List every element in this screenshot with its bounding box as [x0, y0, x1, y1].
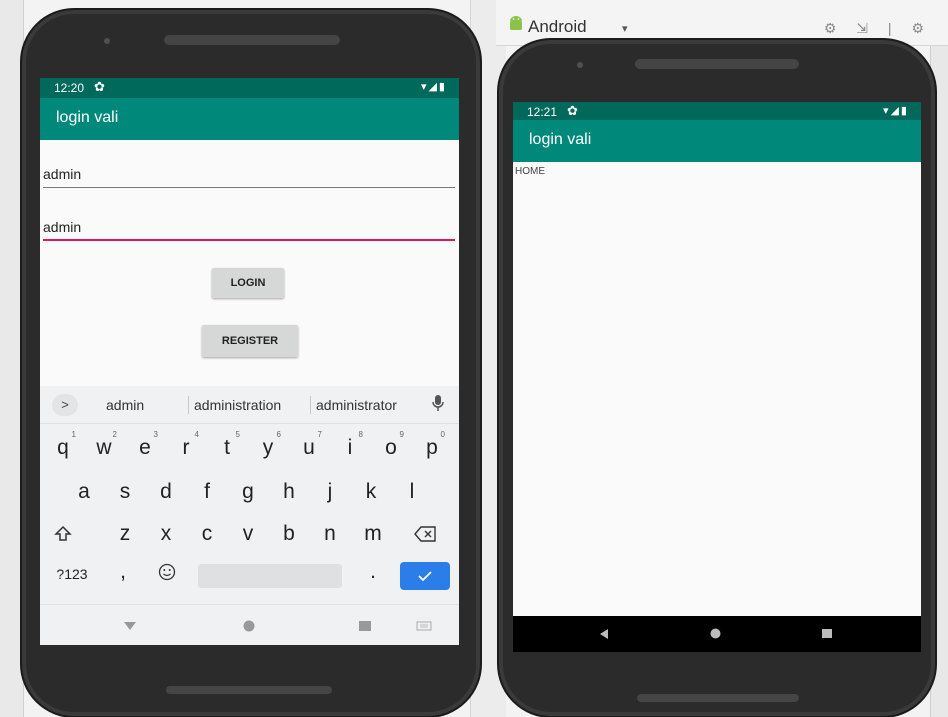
- key[interactable]: j: [315, 474, 345, 510]
- status-bar: 12:21 ✿ ▾◢▮: [513, 102, 921, 120]
- home-icon[interactable]: [710, 628, 721, 639]
- keyboard-switch-icon[interactable]: [416, 621, 432, 631]
- key[interactable]: p0: [417, 430, 447, 466]
- key[interactable]: l: [397, 474, 427, 510]
- navigation-bar: [40, 604, 459, 645]
- username-value: admin: [43, 166, 82, 182]
- key[interactable]: e3: [130, 430, 160, 466]
- key[interactable]: f: [192, 474, 222, 510]
- password-field[interactable]: admin: [43, 213, 455, 241]
- soft-keyboard: > admin administration administrator q1 …: [40, 386, 459, 604]
- key[interactable]: i8: [335, 430, 365, 466]
- settings-notification-icon: ✿: [94, 79, 105, 94]
- key[interactable]: y6: [253, 430, 283, 466]
- key[interactable]: z: [110, 516, 140, 552]
- status-bar: 12:20 ✿ ▾◢▮: [40, 78, 459, 98]
- key[interactable]: x: [151, 516, 181, 552]
- suggestion-strip: > admin administration administrator: [40, 386, 459, 424]
- password-value: admin: [43, 219, 82, 235]
- comma-key[interactable]: ,: [108, 554, 138, 590]
- suggestion-item[interactable]: administration: [194, 397, 281, 413]
- key[interactable]: v: [233, 516, 263, 552]
- symbols-key[interactable]: ?123: [52, 556, 92, 592]
- suggestion-expand-button[interactable]: >: [52, 394, 78, 416]
- app-bar: login vali: [40, 98, 459, 140]
- suggestion-divider: [310, 396, 311, 414]
- recents-icon[interactable]: [358, 620, 372, 632]
- front-camera: [577, 62, 583, 68]
- key[interactable]: h: [274, 474, 304, 510]
- top-speaker: [635, 59, 799, 69]
- backspace-icon[interactable]: [410, 516, 440, 552]
- left-device-screen: 12:20 ✿ ▾◢▮ login vali admin admin LOGIN…: [40, 78, 459, 645]
- shift-icon[interactable]: [48, 516, 78, 552]
- app-title: login vali: [56, 109, 119, 126]
- chevron-down-icon[interactable]: ▾: [622, 22, 628, 35]
- suggestion-item[interactable]: admin: [106, 397, 144, 413]
- keyboard-hide-icon[interactable]: [123, 621, 137, 631]
- home-label: HOME: [515, 166, 545, 177]
- app-title: login vali: [529, 131, 592, 148]
- android-icon: [510, 16, 522, 30]
- suggestion-divider: [188, 396, 189, 414]
- key[interactable]: d: [151, 474, 181, 510]
- emoji-icon[interactable]: [152, 554, 182, 590]
- username-underline: [43, 187, 455, 188]
- key[interactable]: b: [274, 516, 304, 552]
- key[interactable]: r4: [171, 430, 201, 466]
- keyboard-row-4: ?123 , .: [40, 560, 459, 600]
- system-status-icons: ▾◢▮: [882, 105, 909, 117]
- register-button-label: REGISTER: [221, 335, 279, 347]
- key[interactable]: n: [315, 516, 345, 552]
- ide-tool-icons[interactable]: ⚙ ⇲ | ⚙: [824, 20, 932, 37]
- keyboard-row-3: z x c v b n m: [40, 516, 459, 556]
- key[interactable]: a: [69, 474, 99, 510]
- login-button[interactable]: LOGIN: [212, 268, 284, 298]
- run-target-label[interactable]: Android: [528, 17, 587, 37]
- key[interactable]: w2: [89, 430, 119, 466]
- key[interactable]: c: [192, 516, 222, 552]
- navigation-bar: [513, 616, 921, 652]
- key[interactable]: s: [110, 474, 140, 510]
- key[interactable]: k: [356, 474, 386, 510]
- key[interactable]: t5: [212, 430, 242, 466]
- back-icon[interactable]: [599, 628, 609, 640]
- right-device-screen: 12:21 ✿ ▾◢▮ login vali HOME: [513, 102, 921, 652]
- login-button-label: LOGIN: [230, 277, 266, 289]
- password-underline: [43, 239, 455, 241]
- check-icon[interactable]: [400, 562, 450, 590]
- space-key[interactable]: [198, 564, 342, 588]
- bottom-speaker: [637, 694, 799, 702]
- system-status-icons: ▾◢▮: [420, 81, 447, 93]
- recents-icon[interactable]: [821, 628, 833, 639]
- status-time: 12:20: [54, 81, 85, 95]
- mic-icon[interactable]: [432, 394, 444, 412]
- front-camera: [104, 38, 110, 44]
- key[interactable]: u7: [294, 430, 324, 466]
- key[interactable]: o9: [376, 430, 406, 466]
- suggestion-item[interactable]: administrator: [316, 397, 397, 413]
- key[interactable]: m: [358, 516, 388, 552]
- bottom-speaker: [166, 686, 332, 694]
- keyboard-row-1: q1 w2 e3 r4 t5 y6 u7 i8 o9 p0: [40, 430, 459, 470]
- screenshot-stage: Android ▾ ⚙ ⇲ | ⚙ 12:20 ✿ ▾◢▮ login vali…: [0, 0, 948, 717]
- settings-notification-icon: ✿: [567, 103, 578, 118]
- app-bar: login vali: [513, 120, 921, 162]
- keyboard-row-2: a s d f g h j k l: [40, 474, 459, 514]
- period-key[interactable]: .: [358, 554, 388, 590]
- home-icon[interactable]: [243, 620, 255, 632]
- username-field[interactable]: admin: [43, 160, 455, 188]
- key[interactable]: q1: [48, 430, 78, 466]
- status-time: 12:21: [527, 105, 558, 119]
- register-button[interactable]: REGISTER: [202, 325, 298, 357]
- top-speaker: [164, 35, 340, 45]
- key[interactable]: g: [233, 474, 263, 510]
